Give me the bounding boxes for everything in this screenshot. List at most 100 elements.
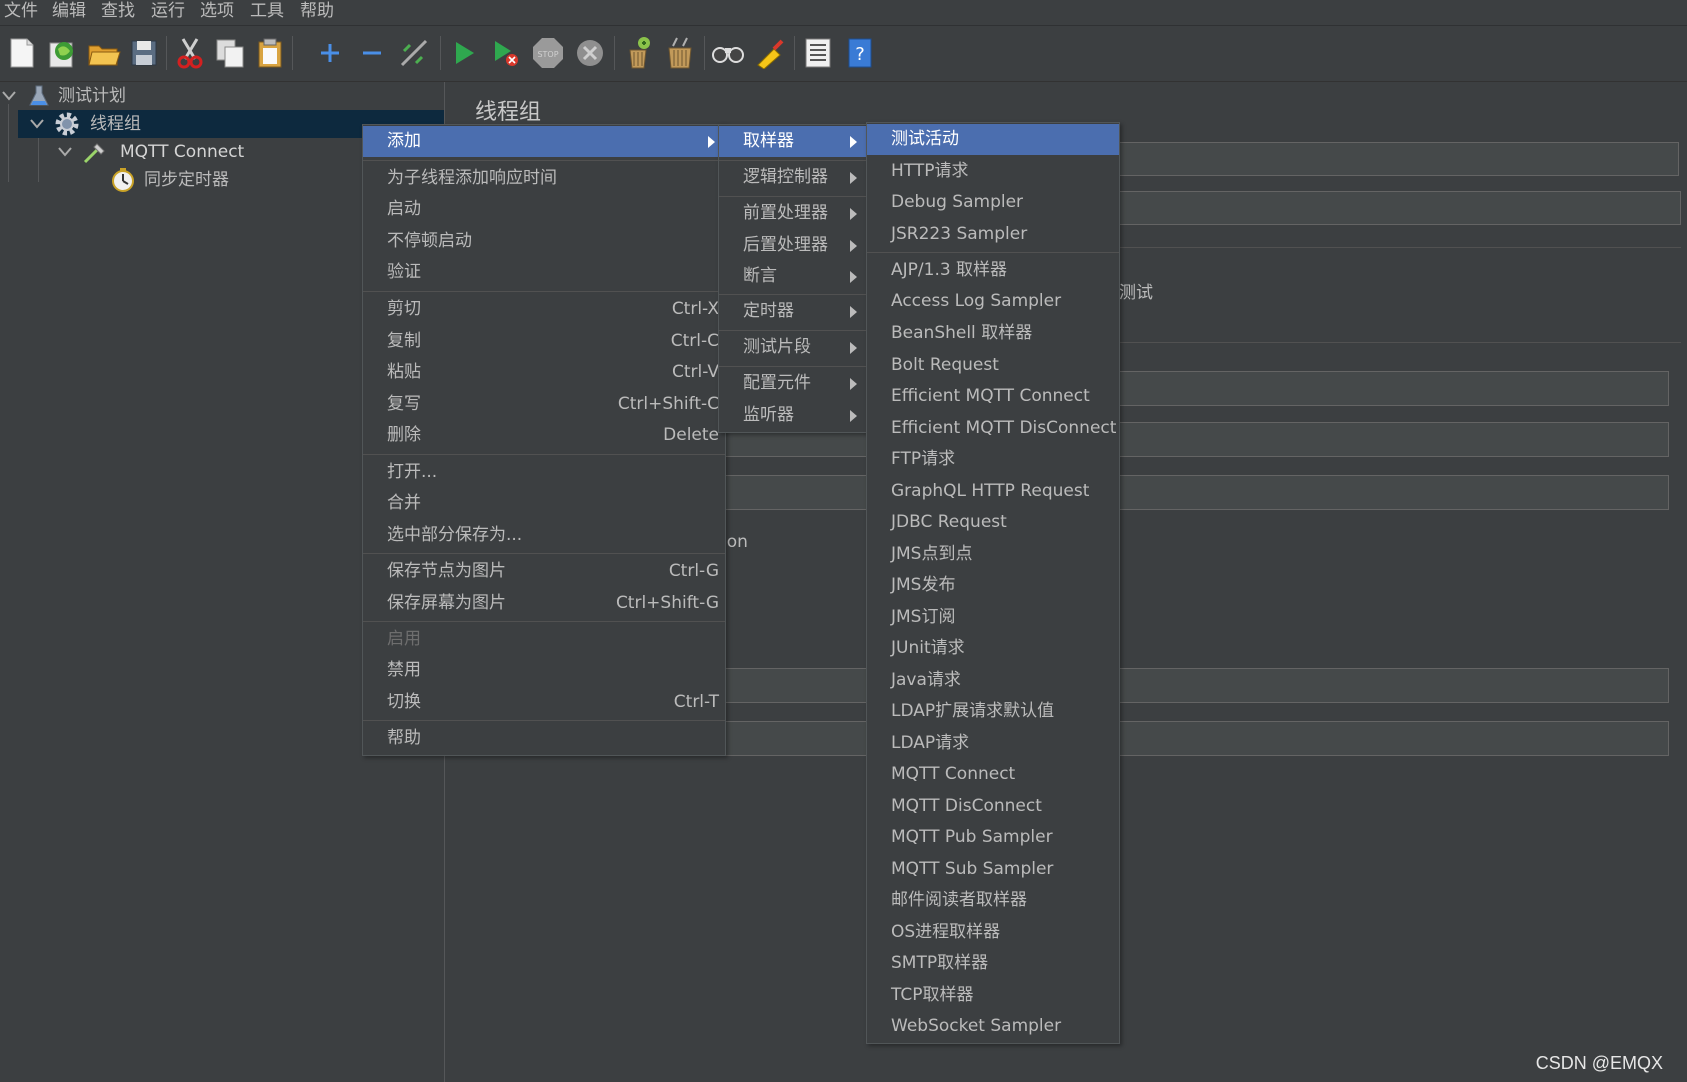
sampler-item[interactable]: JMS发布 xyxy=(867,570,1119,601)
collapse-icon[interactable] xyxy=(354,35,390,71)
menu-item-duplicate[interactable]: 复写 Ctrl+Shift-C xyxy=(363,389,725,420)
sampler-item[interactable]: TCP取样器 xyxy=(867,980,1119,1011)
menu-item-save-selection[interactable]: 选中部分保存为... xyxy=(363,520,725,551)
sampler-item[interactable]: Efficient MQTT DisConnect xyxy=(867,413,1119,444)
menu-item-toggle[interactable]: 切换 Ctrl-T xyxy=(363,687,725,718)
sampler-item[interactable]: JSR223 Sampler xyxy=(867,219,1119,250)
menu-search[interactable]: 查找 xyxy=(101,0,135,22)
sampler-item[interactable]: JMS点到点 xyxy=(867,539,1119,570)
sampler-item[interactable]: GraphQL HTTP Request xyxy=(867,476,1119,507)
menu-item-add-think-times[interactable]: 为子线程添加响应时间 xyxy=(363,163,725,194)
clear-icon[interactable] xyxy=(620,35,656,71)
menu-item-add[interactable]: 添加 xyxy=(363,126,725,157)
sampler-item[interactable]: BeanShell 取样器 xyxy=(867,318,1119,349)
cut-icon[interactable] xyxy=(172,35,208,71)
paste-icon[interactable] xyxy=(252,35,288,71)
loop-count-field[interactable] xyxy=(659,475,1669,510)
menu-item-merge[interactable]: 合并 xyxy=(363,488,725,519)
menu-options[interactable]: 选项 xyxy=(200,0,234,22)
menu-item-disable[interactable]: 禁用 xyxy=(363,655,725,686)
sampler-item[interactable]: Java请求 xyxy=(867,665,1119,696)
flask-icon xyxy=(29,85,49,106)
menu-item-copy[interactable]: 复制 Ctrl-C xyxy=(363,326,725,357)
tree-label-sync-timer: 同步定时器 xyxy=(144,170,229,190)
sampler-item[interactable]: MQTT Pub Sampler xyxy=(867,822,1119,853)
submenu-item-assertion[interactable]: 断言 xyxy=(719,261,867,292)
menu-item-save-screen-image[interactable]: 保存屏幕为图片 Ctrl+Shift-G xyxy=(363,588,725,619)
pipette-icon xyxy=(83,143,105,164)
sampler-item[interactable]: LDAP请求 xyxy=(867,728,1119,759)
watermark: CSDN @EMQX xyxy=(1535,1053,1663,1073)
sampler-item[interactable]: LDAP扩展请求默认值 xyxy=(867,696,1119,727)
help-icon[interactable]: ? xyxy=(842,35,878,71)
submenu-item-pre-processor[interactable]: 前置处理器 xyxy=(719,198,867,229)
new-icon[interactable] xyxy=(4,35,40,71)
shutdown-icon[interactable] xyxy=(572,35,608,71)
sampler-item[interactable]: JDBC Request xyxy=(867,507,1119,538)
sampler-item[interactable]: WebSocket Sampler xyxy=(867,1011,1119,1042)
menu-item-cut[interactable]: 剪切 Ctrl-X xyxy=(363,294,725,325)
sampler-item[interactable]: MQTT DisConnect xyxy=(867,791,1119,822)
menu-item-open[interactable]: 打开... xyxy=(363,457,725,488)
menu-tools[interactable]: 工具 xyxy=(250,0,284,22)
save-icon[interactable] xyxy=(126,35,162,71)
sampler-item[interactable]: Bolt Request xyxy=(867,350,1119,381)
menu-item-validate[interactable]: 验证 xyxy=(363,257,725,288)
sampler-item[interactable]: 邮件阅读者取样器 xyxy=(867,885,1119,916)
menu-help[interactable]: 帮助 xyxy=(300,0,334,22)
start-icon[interactable] xyxy=(446,35,482,71)
svg-text:STOP: STOP xyxy=(537,50,558,59)
menu-item-start[interactable]: 启动 xyxy=(363,194,725,225)
sampler-item[interactable]: AJP/1.3 取样器 xyxy=(867,255,1119,286)
expand-icon[interactable] xyxy=(312,35,348,71)
sampler-item[interactable]: SMTP取样器 xyxy=(867,948,1119,979)
submenu-item-post-processor[interactable]: 后置处理器 xyxy=(719,230,867,261)
submenu-item-listener[interactable]: 监听器 xyxy=(719,400,867,431)
chevron-down-icon[interactable] xyxy=(30,118,44,130)
search-icon[interactable] xyxy=(710,35,746,71)
chevron-down-icon[interactable] xyxy=(58,146,72,158)
function-helper-icon[interactable] xyxy=(800,35,836,71)
toggle-icon[interactable] xyxy=(396,35,432,71)
menu-item-enable: 启用 xyxy=(387,629,421,649)
submenu-item-sampler[interactable]: 取样器 xyxy=(719,126,867,157)
submenu-item-timer[interactable]: 定时器 xyxy=(719,296,867,327)
duration-field[interactable] xyxy=(659,668,1669,703)
tree-node-sync-timer[interactable]: 同步定时器 xyxy=(104,166,404,194)
sampler-item[interactable]: Efficient MQTT Connect xyxy=(867,381,1119,412)
reset-search-icon[interactable] xyxy=(752,35,788,71)
menu-item-paste[interactable]: 粘贴 Ctrl-V xyxy=(363,357,725,388)
sampler-item[interactable]: 测试活动 xyxy=(867,124,1119,155)
menu-edit[interactable]: 编辑 xyxy=(52,0,86,22)
menu-item-remove[interactable]: 删除 Delete xyxy=(363,420,725,451)
templates-icon[interactable] xyxy=(44,35,80,71)
stop-icon[interactable]: STOP xyxy=(530,35,566,71)
menu-file[interactable]: 文件 xyxy=(4,0,38,22)
gear-icon xyxy=(55,112,79,136)
sampler-submenu: 测试活动 HTTP请求 Debug Sampler JSR223 Sampler… xyxy=(866,122,1120,1044)
tree-label-test-plan: 测试计划 xyxy=(58,86,126,106)
submenu-item-config-element[interactable]: 配置元件 xyxy=(719,368,867,399)
sampler-item[interactable]: MQTT Connect xyxy=(867,759,1119,790)
sampler-item[interactable]: JUnit请求 xyxy=(867,633,1119,664)
submenu-item-logic-controller[interactable]: 逻辑控制器 xyxy=(719,162,867,193)
menu-item-save-node-image[interactable]: 保存节点为图片 Ctrl-G xyxy=(363,556,725,587)
chevron-down-icon[interactable] xyxy=(2,90,16,102)
sampler-item[interactable]: Debug Sampler xyxy=(867,187,1119,218)
sampler-item[interactable]: HTTP请求 xyxy=(867,156,1119,187)
clear-all-icon[interactable] xyxy=(662,35,698,71)
copy-icon[interactable] xyxy=(212,35,248,71)
submenu-item-test-fragment[interactable]: 测试片段 xyxy=(719,332,867,363)
start-no-pause-icon[interactable] xyxy=(488,35,524,71)
menu-item-start-no-pause[interactable]: 不停顿启动 xyxy=(363,226,725,257)
tree-node-test-plan[interactable]: 测试计划 xyxy=(0,82,444,110)
sampler-item[interactable]: Access Log Sampler xyxy=(867,286,1119,317)
menu-run[interactable]: 运行 xyxy=(151,0,185,22)
startup-delay-field[interactable] xyxy=(659,721,1669,756)
sampler-item[interactable]: JMS订阅 xyxy=(867,602,1119,633)
open-icon[interactable] xyxy=(86,35,122,71)
sampler-item[interactable]: OS进程取样器 xyxy=(867,917,1119,948)
menu-item-help[interactable]: 帮助 xyxy=(363,723,725,754)
sampler-item[interactable]: MQTT Sub Sampler xyxy=(867,854,1119,885)
sampler-item[interactable]: FTP请求 xyxy=(867,444,1119,475)
